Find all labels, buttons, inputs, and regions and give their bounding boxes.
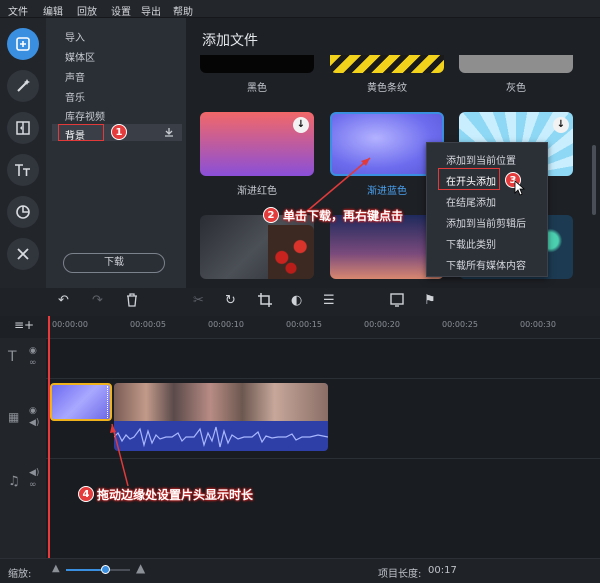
zoom-slider-handle[interactable]: [101, 565, 110, 574]
clock-filter-icon[interactable]: [7, 196, 39, 228]
ruler-tick: 00:00:05: [130, 320, 166, 329]
menu-bar: 文件 编辑 回放 设置 导出 帮助: [0, 0, 600, 18]
download-button[interactable]: 下载: [63, 253, 165, 273]
link-icon[interactable]: ∞: [29, 358, 37, 368]
highlight-box-add-start: [438, 168, 500, 190]
music-track-icon: ♫: [8, 474, 20, 489]
menu-settings[interactable]: 设置: [111, 3, 131, 18]
menu-edit[interactable]: 编辑: [43, 3, 63, 18]
undo-icon[interactable]: ↶: [58, 293, 69, 308]
page-title: 添加文件: [202, 33, 258, 49]
zoom-slider-fill: [66, 569, 106, 571]
video-track-icon: ▦: [8, 410, 20, 424]
ruler-tick: 00:00:15: [286, 320, 322, 329]
ruler-tick: 00:00:00: [52, 320, 88, 329]
ctx-download-all[interactable]: 下载所有媒体内容: [446, 257, 526, 272]
flag-marker-icon[interactable]: ⚑: [424, 293, 436, 308]
category-import[interactable]: 导入: [65, 29, 85, 44]
menu-file[interactable]: 文件: [8, 3, 28, 18]
ctx-add-current[interactable]: 添加到当前位置: [446, 152, 516, 167]
text-icon[interactable]: [7, 154, 39, 186]
step-badge-1: 1: [111, 124, 127, 140]
transition-icon[interactable]: [7, 112, 39, 144]
category-media[interactable]: 媒体区: [65, 49, 95, 64]
ruler-tick: 00:00:25: [442, 320, 478, 329]
ruler-tick: 00:00:20: [364, 320, 400, 329]
thumb-label-red: 渐进红色: [237, 186, 277, 197]
add-track-icon[interactable]: ≡+: [14, 318, 34, 332]
menu-playback[interactable]: 回放: [77, 3, 97, 18]
content-scrollbar[interactable]: [592, 145, 596, 215]
project-length-label: 项目长度:: [378, 569, 422, 580]
category-music[interactable]: 音乐: [65, 89, 85, 104]
menu-help[interactable]: 帮助: [173, 3, 193, 18]
ctx-add-after-clip[interactable]: 添加到当前剪辑后: [446, 215, 526, 230]
thumb-label-black: 黑色: [247, 83, 267, 94]
clip-edge-handle[interactable]: [107, 386, 110, 418]
highlight-box-background: [58, 124, 104, 141]
rotate-icon[interactable]: ↻: [225, 293, 236, 308]
thumb-gray[interactable]: [459, 55, 573, 73]
project-length-value: 00:17: [428, 565, 457, 576]
thumb-black[interactable]: [200, 55, 314, 73]
mouse-cursor-icon: [514, 180, 526, 196]
clip-properties-icon[interactable]: ☰: [323, 293, 335, 308]
record-screen-icon[interactable]: [390, 293, 404, 311]
annotation-arrow-4: [110, 423, 129, 487]
text-track[interactable]: [46, 338, 600, 378]
zoom-out-icon[interactable]: ▲: [52, 563, 60, 574]
eye-icon[interactable]: ◉: [29, 346, 37, 356]
crop-icon[interactable]: [258, 293, 272, 311]
thumb-label-gray: 灰色: [506, 83, 526, 94]
tool-sidebar: [0, 18, 46, 288]
eye-icon[interactable]: ◉: [29, 406, 37, 416]
thumb-label-yellow: 黄色条纹: [367, 83, 407, 94]
download-icon[interactable]: ↓: [293, 117, 309, 133]
step-badge-2: 2: [263, 207, 279, 223]
ruler-tick: 00:00:30: [520, 320, 556, 329]
track-headers: [0, 338, 46, 558]
download-icon[interactable]: ↓: [553, 117, 569, 133]
color-adjust-icon[interactable]: ◐: [291, 293, 302, 308]
annotation-text-4: 拖动边缘处设置片头显示时长: [97, 488, 254, 502]
thumb-yellow-stripes[interactable]: [330, 55, 444, 73]
video-clip[interactable]: [114, 383, 328, 451]
tools-icon[interactable]: [7, 238, 39, 270]
text-track-icon: T: [8, 349, 17, 365]
playhead[interactable]: [48, 316, 50, 571]
volume-icon[interactable]: ◀): [29, 468, 39, 478]
download-arrow-icon[interactable]: [164, 127, 174, 137]
import-icon[interactable]: [7, 28, 39, 60]
zoom-in-icon[interactable]: ▲: [136, 561, 145, 575]
cut-icon[interactable]: ✂: [193, 293, 204, 308]
thumb-tomatoes-image: [268, 225, 314, 279]
category-stock-video[interactable]: 库存视频: [65, 108, 105, 123]
ruler-tick: 00:00:10: [208, 320, 244, 329]
audio-waveform: [114, 426, 328, 448]
link-icon[interactable]: ∞: [29, 480, 37, 490]
zoom-label: 缩放:: [8, 569, 32, 580]
step-badge-4: 4: [78, 486, 94, 502]
video-clip-frames: [114, 383, 328, 421]
ctx-download-category[interactable]: 下载此类别: [446, 236, 496, 251]
intro-clip-gradient-blue[interactable]: [50, 383, 112, 421]
annotation-text-2: 单击下载，再右键点击: [283, 209, 404, 223]
menu-export[interactable]: 导出: [141, 3, 161, 18]
ctx-add-end[interactable]: 在结尾添加: [446, 194, 496, 209]
magic-wand-icon[interactable]: [7, 70, 39, 102]
category-sound[interactable]: 声音: [65, 69, 85, 84]
delete-icon[interactable]: [126, 293, 138, 311]
redo-icon[interactable]: ↷: [92, 293, 103, 308]
volume-icon[interactable]: ◀): [29, 418, 39, 428]
